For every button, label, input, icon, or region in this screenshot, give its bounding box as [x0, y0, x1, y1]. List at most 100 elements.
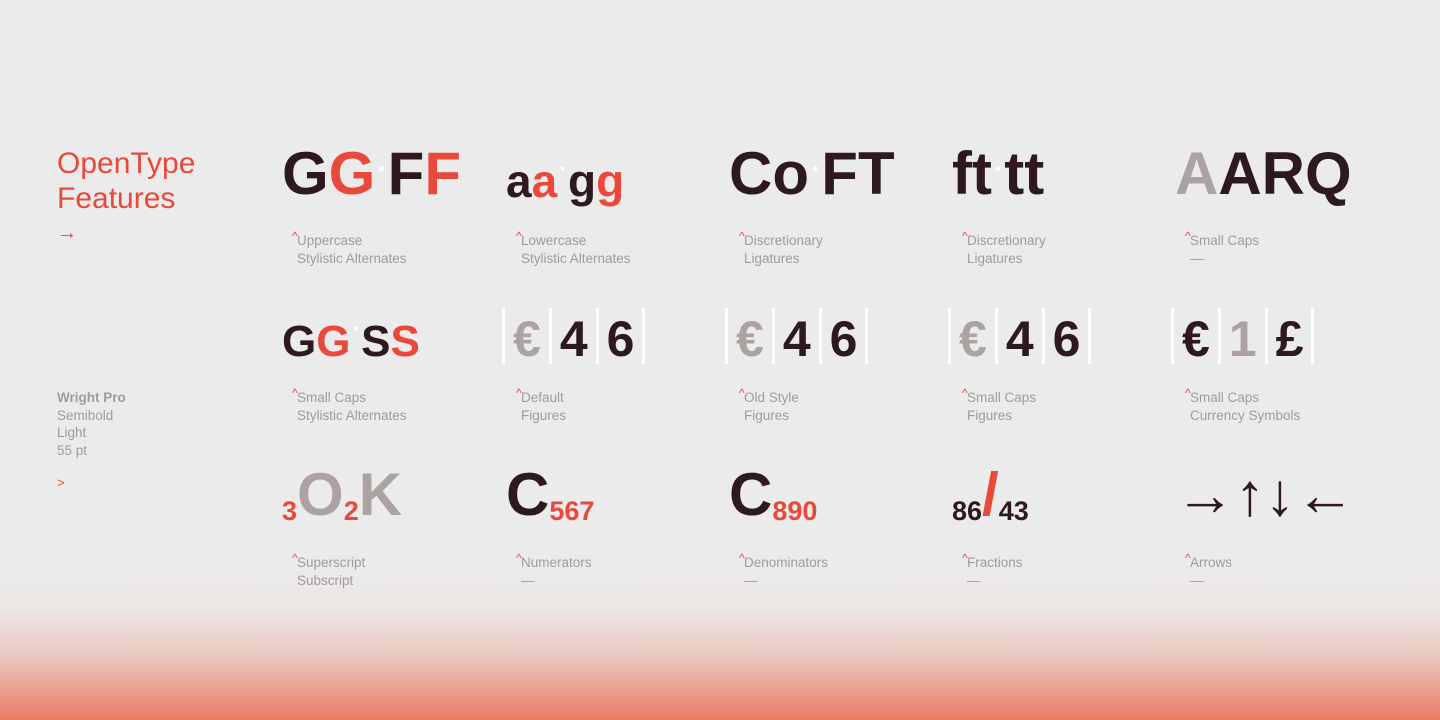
- specimen-glyph: g: [568, 155, 597, 207]
- caret-up-icon: ^: [1185, 229, 1191, 243]
- figure-boxes: €1 £: [1171, 308, 1315, 364]
- figure-glyph: 4: [994, 308, 1042, 364]
- figure-glyph: 6: [818, 308, 869, 364]
- feature-caption: ^ Default Figures: [516, 386, 567, 424]
- feature-specimen: €4 6: [502, 294, 646, 364]
- feature-caption: ^ Small Caps —: [1185, 229, 1259, 267]
- feature-caption: ^ Fractions —: [962, 551, 1023, 589]
- specimen-glyph: 43: [998, 496, 1029, 526]
- specimen-glyph: ft: [952, 140, 992, 207]
- caption-line-2: Ligatures: [967, 250, 1023, 266]
- caption-line-2: Figures: [967, 407, 1013, 423]
- caption-line-2: Figures: [521, 407, 567, 423]
- feature-caption: ^ Old Style Figures: [739, 386, 799, 424]
- figure-glyph: 1: [1217, 308, 1265, 364]
- feature-specimen: Co • FT: [729, 134, 895, 204]
- caption-line-1: Fractions: [967, 555, 1023, 570]
- caret-up-icon: ^: [962, 386, 968, 400]
- specimen-glyph: 3: [282, 496, 298, 526]
- caret-up-icon: ^: [962, 551, 968, 565]
- caption-line-1: Numerators: [521, 555, 592, 570]
- feature-caption: ^ Uppercase Stylistic Alternates: [292, 229, 407, 267]
- figure-boxes: €4 6: [948, 308, 1092, 364]
- feature-specimen: €4 6: [725, 294, 869, 364]
- caption-line-2: —: [967, 572, 981, 588]
- feature-specimen: €1 £: [1171, 294, 1315, 364]
- feature-caption: ^ Superscript Subscript: [292, 551, 366, 589]
- caret-up-icon: ^: [1185, 386, 1191, 400]
- page-title: OpenType Features: [57, 146, 195, 216]
- caret-up-icon: ^: [292, 386, 298, 400]
- caret-up-icon: ^: [962, 229, 968, 243]
- specimen-glyph: g: [596, 155, 625, 207]
- font-name: Wright Pro: [57, 390, 126, 405]
- feature-caption: ^ Small Caps Figures: [962, 386, 1036, 424]
- feature-caption: ^ Small Caps Stylistic Alternates: [292, 386, 407, 424]
- caption-line-1: Uppercase: [297, 233, 363, 248]
- caret-up-icon: ^: [292, 229, 298, 243]
- caret-up-icon: ^: [739, 229, 745, 243]
- figure-boxes: €4 6: [725, 308, 869, 364]
- figure-glyph: £: [1264, 308, 1315, 364]
- specimen-glyph: •: [560, 161, 566, 177]
- feature-caption: ^ Denominators —: [739, 551, 829, 589]
- caret-up-icon: ^: [516, 551, 522, 565]
- specimen-glyph: F: [424, 140, 461, 207]
- specimen-glyph: Co: [729, 140, 809, 207]
- caption-line-1: Old Style: [744, 390, 799, 405]
- specimen-glyph: tt: [1004, 140, 1045, 207]
- caption-line-1: Discretionary: [744, 233, 823, 248]
- caption-line-1: Arrows: [1190, 555, 1233, 570]
- figure-glyph: 6: [1041, 308, 1092, 364]
- feature-caption: ^ Lowercase Stylistic Alternates: [516, 229, 631, 267]
- feature-caption: ^ Arrows —: [1185, 551, 1233, 589]
- figure-glyph: €: [725, 308, 772, 364]
- specimen-glyph: 86: [952, 496, 983, 526]
- arrow-right-icon: →: [57, 222, 77, 244]
- caption-line-2: Stylistic Alternates: [521, 250, 631, 266]
- specimen-glyph: G: [282, 317, 317, 366]
- feature-specimen: a a • g g: [506, 134, 624, 204]
- specimen-glyph: 2: [343, 496, 359, 526]
- figure-glyph: €: [948, 308, 995, 364]
- caption-line-1: Discretionary: [967, 233, 1046, 248]
- specimen-glyph: •: [811, 159, 819, 179]
- caret-up-icon: ^: [516, 229, 522, 243]
- feature-caption: ^ Discretionary Ligatures: [739, 229, 823, 267]
- caption-line-2: —: [744, 572, 758, 588]
- specimen-glyph: G: [316, 317, 351, 366]
- caption-line-1: Default: [521, 390, 564, 405]
- caption-line-2: Ligatures: [744, 250, 800, 266]
- font-weight-2: Light: [57, 425, 87, 440]
- caption-line-1: Superscript: [297, 555, 366, 570]
- feature-specimen: C 890: [729, 455, 817, 525]
- font-weight-1: Semibold: [57, 407, 114, 423]
- figure-boxes: €4 6: [502, 308, 646, 364]
- caption-line-1: Small Caps: [1190, 390, 1260, 405]
- caption-line-2: Currency Symbols: [1190, 407, 1301, 423]
- feature-specimen: ft • tt: [952, 134, 1044, 204]
- specimen-glyph: S: [361, 317, 391, 366]
- feature-specimen: G G • F F: [282, 134, 461, 204]
- specimen-glyph: O: [297, 461, 344, 528]
- specimen-glyph: FT: [821, 140, 895, 207]
- specimen-glyph: G: [328, 140, 376, 207]
- specimen-glyph: •: [994, 159, 1002, 179]
- feature-specimen: A ARQ: [1175, 134, 1352, 204]
- specimen-glyph: G: [282, 140, 329, 207]
- specimen-glyph: →↑↓←: [1175, 461, 1355, 528]
- specimen-glyph: a: [531, 155, 558, 207]
- specimen-glyph: 567: [549, 496, 595, 526]
- title-line-1: OpenType: [57, 147, 196, 180]
- specimen-glyph: C: [506, 461, 550, 528]
- specimen-glyph: F: [387, 140, 425, 207]
- caption-line-1: Small Caps: [297, 390, 367, 405]
- caret-up-icon: ^: [739, 551, 745, 565]
- specimen-glyph: A: [1175, 140, 1219, 207]
- feature-specimen: C 567: [506, 455, 594, 525]
- caption-line-1: Denominators: [744, 555, 829, 570]
- feature-caption: ^ Numerators —: [516, 551, 592, 589]
- caption-line-2: —: [1190, 572, 1204, 588]
- feature-specimen: 86/43: [952, 455, 1029, 525]
- feature-specimen: →↑↓←: [1175, 455, 1355, 525]
